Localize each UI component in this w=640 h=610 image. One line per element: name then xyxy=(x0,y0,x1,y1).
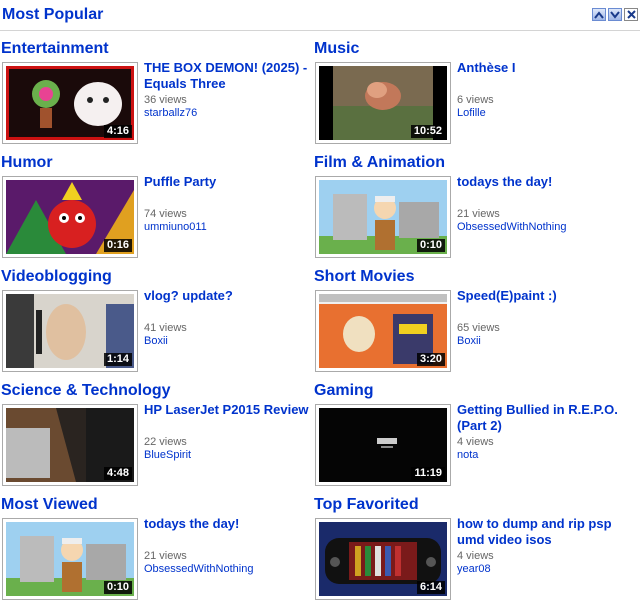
uploader-link[interactable]: nota xyxy=(457,449,627,462)
video-duration: 6:14 xyxy=(416,581,445,594)
arrow-down-icon xyxy=(610,10,620,19)
move-up-button[interactable] xyxy=(592,8,606,21)
video-duration: 4:48 xyxy=(103,467,132,480)
video-title-link[interactable]: todays the day! xyxy=(144,516,314,532)
video-thumbnail[interactable]: 4:48 xyxy=(2,404,138,486)
category-title[interactable]: Gaming xyxy=(314,382,374,400)
view-count: 74 views xyxy=(144,208,187,220)
uploader-link[interactable]: ObsessedWithNothing xyxy=(144,563,314,576)
uploader-link[interactable]: Lofille xyxy=(457,107,627,120)
video-duration: 0:16 xyxy=(103,239,132,252)
category-top-favorited: Top Favorited 6:14 how to dump and rip p… xyxy=(313,496,633,610)
page-title: Most Popular xyxy=(2,6,104,23)
view-count: 4 views xyxy=(457,550,494,562)
uploader-link[interactable]: ObsessedWithNothing xyxy=(457,221,627,234)
video-thumbnail[interactable]: 0:16 xyxy=(2,176,138,258)
video-duration: 0:10 xyxy=(103,581,132,594)
video-title-link[interactable]: todays the day! xyxy=(457,174,627,190)
header-controls xyxy=(592,8,638,21)
video-duration: 4:16 xyxy=(103,125,132,138)
video-title-link[interactable]: Getting Bullied in R.E.P.O. (Part 2) xyxy=(457,402,627,434)
video-title-link[interactable]: Speed(E)paint :) xyxy=(457,288,627,304)
most-popular-header: Most Popular xyxy=(0,0,640,31)
category-title[interactable]: Humor xyxy=(1,154,53,172)
video-title-link[interactable]: THE BOX DEMON! (2025) - Equals Three xyxy=(144,60,314,92)
video-thumbnail[interactable]: 4:16 xyxy=(2,62,138,144)
video-thumbnail[interactable]: 1:14 xyxy=(2,290,138,372)
view-count: 21 views xyxy=(457,208,500,220)
video-duration: 3:20 xyxy=(416,353,445,366)
category-most-viewed: Most Viewed 0:10 todays the day! 21 view… xyxy=(0,496,320,610)
view-count: 22 views xyxy=(144,436,187,448)
category-humor: Humor 0:16 Puffle Party 74 views ummiuno… xyxy=(0,154,320,268)
category-title[interactable]: Science & Technology xyxy=(1,382,171,400)
category-gaming: Gaming 11:19 Getting Bullied in R.E.P.O.… xyxy=(313,382,633,496)
uploader-link[interactable]: Boxii xyxy=(457,335,627,348)
video-duration: 11:19 xyxy=(411,467,445,480)
category-science-technology: Science & Technology 4:48 HP LaserJet P2… xyxy=(0,382,320,496)
view-count: 36 views xyxy=(144,94,187,106)
view-count: 21 views xyxy=(144,550,187,562)
video-title-link[interactable]: Puffle Party xyxy=(144,174,314,190)
video-duration: 0:10 xyxy=(416,239,445,252)
category-title[interactable]: Music xyxy=(314,40,359,58)
uploader-link[interactable]: ummiuno011 xyxy=(144,221,314,234)
category-music: Music 10:52 Anthèse I 6 views Lofille xyxy=(313,40,633,154)
video-title-link[interactable]: Anthèse I xyxy=(457,60,627,76)
video-thumbnail[interactable]: 10:52 xyxy=(315,62,451,144)
uploader-link[interactable]: Boxii xyxy=(144,335,314,348)
category-videoblogging: Videoblogging 1:14 vlog? update? 41 view… xyxy=(0,268,320,382)
category-title[interactable]: Short Movies xyxy=(314,268,414,286)
video-thumbnail[interactable]: 0:10 xyxy=(315,176,451,258)
video-title-link[interactable]: HP LaserJet P2015 Review xyxy=(144,402,314,418)
category-short-movies: Short Movies 3:20 Speed(E)paint :) 65 vi… xyxy=(313,268,633,382)
video-thumbnail[interactable]: 6:14 xyxy=(315,518,451,600)
video-duration: 10:52 xyxy=(410,125,445,138)
arrow-up-icon xyxy=(594,10,604,19)
close-icon xyxy=(626,10,636,19)
video-duration: 1:14 xyxy=(103,353,132,366)
uploader-link[interactable]: starballz76 xyxy=(144,107,314,120)
category-title[interactable]: Film & Animation xyxy=(314,154,445,172)
view-count: 65 views xyxy=(457,322,500,334)
category-film-animation: Film & Animation 0:10 todays the day! 21… xyxy=(313,154,633,268)
video-thumbnail[interactable]: 3:20 xyxy=(315,290,451,372)
video-thumbnail[interactable]: 0:10 xyxy=(2,518,138,600)
category-title[interactable]: Top Favorited xyxy=(314,496,419,514)
move-down-button[interactable] xyxy=(608,8,622,21)
view-count: 41 views xyxy=(144,322,187,334)
category-title[interactable]: Most Viewed xyxy=(1,496,98,514)
category-entertainment: Entertainment 4:16 THE BOX DEMON! (2025)… xyxy=(0,40,320,154)
video-title-link[interactable]: how to dump and rip psp umd video isos xyxy=(457,516,627,548)
view-count: 6 views xyxy=(457,94,494,106)
close-button[interactable] xyxy=(624,8,638,21)
uploader-link[interactable]: year08 xyxy=(457,563,627,576)
view-count: 4 views xyxy=(457,436,494,448)
video-thumbnail[interactable]: 11:19 xyxy=(315,404,451,486)
category-title[interactable]: Videoblogging xyxy=(1,268,112,286)
uploader-link[interactable]: BlueSpirit xyxy=(144,449,314,462)
category-title[interactable]: Entertainment xyxy=(1,40,109,58)
video-title-link[interactable]: vlog? update? xyxy=(144,288,314,304)
